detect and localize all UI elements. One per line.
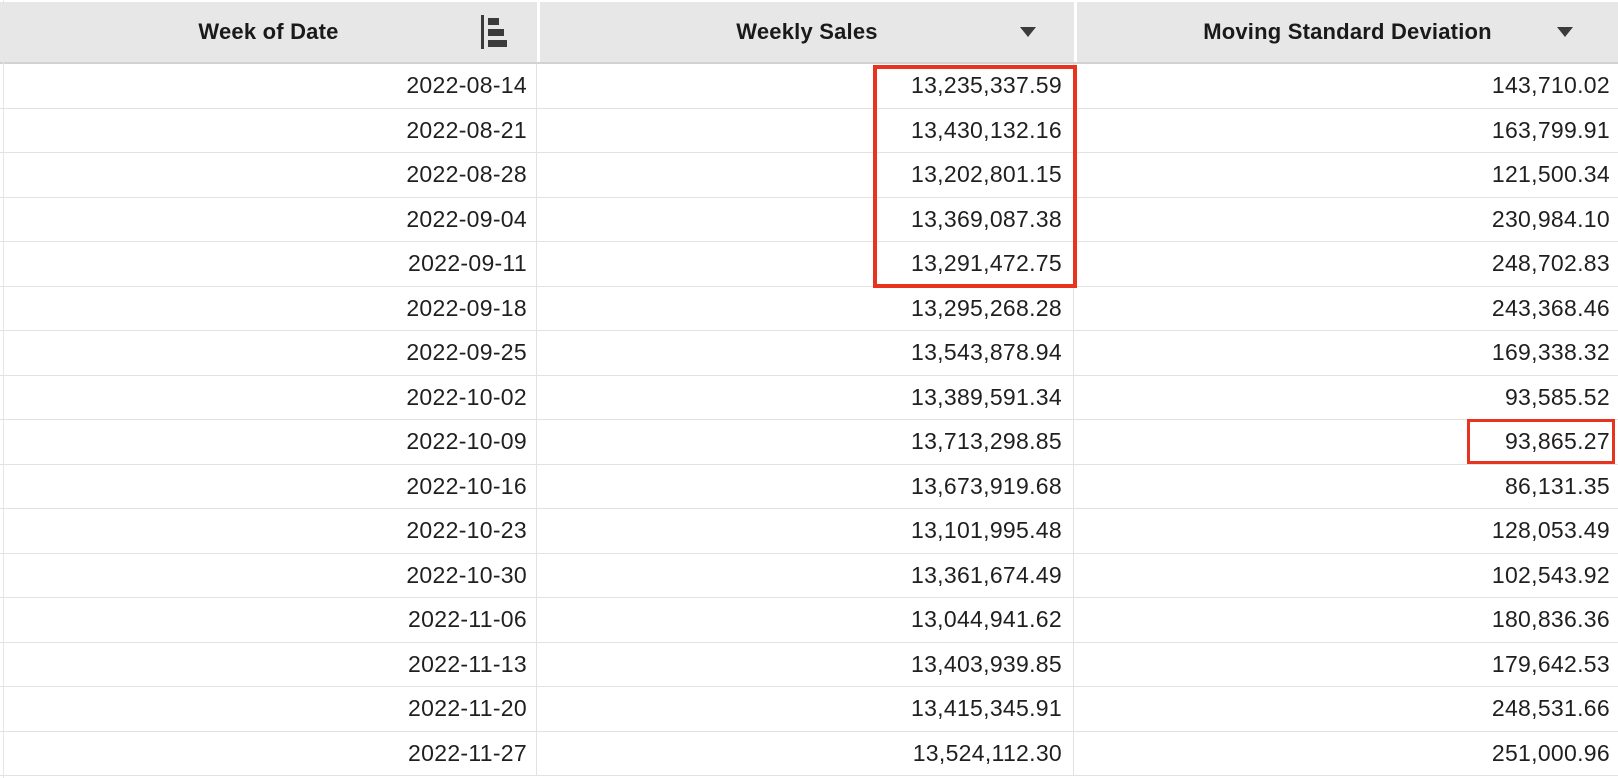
cell-moving-standard-deviation[interactable]: 251,000.96 (1074, 732, 1618, 776)
cell-moving-standard-deviation[interactable]: 93,585.52 (1074, 376, 1618, 420)
sort-ascending-icon[interactable] (480, 15, 508, 49)
cell-weekly-sales[interactable]: 13,430,132.16 (537, 108, 1074, 152)
cell-weekly-sales[interactable]: 13,235,337.59 (537, 64, 1074, 108)
table-header: Week of Date Weekly Sales Moving Standar… (0, 2, 1618, 64)
cell-moving-standard-deviation[interactable]: 230,984.10 (1074, 198, 1618, 242)
cell-moving-standard-deviation[interactable]: 248,702.83 (1074, 242, 1618, 286)
cell-weekly-sales[interactable]: 13,044,941.62 (537, 598, 1074, 642)
cell-moving-standard-deviation[interactable]: 179,642.53 (1074, 643, 1618, 687)
cell-moving-standard-deviation[interactable]: 93,865.27 (1074, 420, 1618, 464)
cell-week-of-date[interactable]: 2022-10-09 (0, 420, 537, 464)
cell-weekly-sales[interactable]: 13,415,345.91 (537, 687, 1074, 731)
dropdown-arrow-icon[interactable] (1020, 27, 1036, 37)
table-row[interactable]: 2022-10-23 13,101,995.48 128,053.49 (0, 509, 1618, 554)
cell-weekly-sales[interactable]: 13,101,995.48 (537, 509, 1074, 553)
cell-weekly-sales[interactable]: 13,202,801.15 (537, 153, 1074, 197)
cell-week-of-date[interactable]: 2022-11-20 (0, 687, 537, 731)
cell-moving-standard-deviation[interactable]: 121,500.34 (1074, 153, 1618, 197)
cell-moving-standard-deviation[interactable]: 102,543.92 (1074, 554, 1618, 598)
column-header-label: Weekly Sales (736, 19, 878, 44)
dropdown-arrow-icon[interactable] (1557, 27, 1573, 37)
cell-moving-standard-deviation[interactable]: 128,053.49 (1074, 509, 1618, 553)
cell-moving-standard-deviation[interactable]: 163,799.91 (1074, 109, 1618, 153)
cell-moving-standard-deviation[interactable]: 169,338.32 (1074, 331, 1618, 375)
cell-weekly-sales[interactable]: 13,389,591.34 (537, 375, 1074, 419)
table-row[interactable]: 2022-11-06 13,044,941.62 180,836.36 (0, 598, 1618, 643)
cell-moving-standard-deviation[interactable]: 180,836.36 (1074, 598, 1618, 642)
table-row[interactable]: 2022-10-30 13,361,674.49 102,543.92 (0, 553, 1618, 598)
cell-weekly-sales[interactable]: 13,291,472.75 (537, 242, 1074, 286)
table-row[interactable]: 2022-09-18 13,295,268.28 243,368.46 (0, 286, 1618, 331)
column-header-week-of-date[interactable]: Week of Date (0, 2, 537, 62)
cell-weekly-sales[interactable]: 13,403,939.85 (537, 642, 1074, 686)
cell-week-of-date[interactable]: 2022-10-30 (0, 553, 537, 597)
cell-week-of-date[interactable]: 2022-11-27 (0, 731, 537, 775)
cell-weekly-sales[interactable]: 13,361,674.49 (537, 553, 1074, 597)
table-row[interactable]: 2022-10-16 13,673,919.68 86,131.35 (0, 464, 1618, 509)
cell-week-of-date[interactable]: 2022-11-06 (0, 598, 537, 642)
cell-week-of-date[interactable]: 2022-11-13 (0, 642, 537, 686)
cell-week-of-date[interactable]: 2022-10-02 (0, 375, 537, 419)
table-row[interactable]: 2022-11-20 13,415,345.91 248,531.66 (0, 687, 1618, 732)
table-row[interactable]: 2022-09-11 13,291,472.75 248,702.83 (0, 242, 1618, 287)
table-left-border (3, 0, 4, 778)
cell-weekly-sales[interactable]: 13,673,919.68 (537, 464, 1074, 508)
cell-weekly-sales[interactable]: 13,543,878.94 (537, 331, 1074, 375)
column-header-weekly-sales[interactable]: Weekly Sales (537, 2, 1074, 62)
cell-moving-standard-deviation[interactable]: 143,710.02 (1074, 64, 1618, 108)
table-row[interactable]: 2022-09-25 13,543,878.94 169,338.32 (0, 331, 1618, 376)
table-row[interactable]: 2022-11-27 13,524,112.30 251,000.96 (0, 731, 1618, 776)
cell-week-of-date[interactable]: 2022-09-18 (0, 286, 537, 330)
cell-week-of-date[interactable]: 2022-09-11 (0, 242, 537, 286)
cell-weekly-sales[interactable]: 13,713,298.85 (537, 420, 1074, 464)
cell-week-of-date[interactable]: 2022-10-23 (0, 509, 537, 553)
table-row[interactable]: 2022-11-13 13,403,939.85 179,642.53 (0, 642, 1618, 687)
cell-weekly-sales[interactable]: 13,524,112.30 (537, 731, 1074, 775)
table-body: 2022-08-14 13,235,337.59 143,710.02 2022… (0, 64, 1618, 776)
cell-week-of-date[interactable]: 2022-08-21 (0, 108, 537, 152)
cell-weekly-sales[interactable]: 13,295,268.28 (537, 286, 1074, 330)
table-row[interactable]: 2022-10-02 13,389,591.34 93,585.52 (0, 375, 1618, 420)
table-row[interactable]: 2022-09-04 13,369,087.38 230,984.10 (0, 197, 1618, 242)
cell-week-of-date[interactable]: 2022-10-16 (0, 464, 537, 508)
cell-weekly-sales[interactable]: 13,369,087.38 (537, 197, 1074, 241)
table-row[interactable]: 2022-10-09 13,713,298.85 93,865.27 (0, 420, 1618, 465)
moving-std-dev-table: Week of Date Weekly Sales Moving Standar… (0, 0, 1618, 778)
cell-moving-standard-deviation[interactable]: 243,368.46 (1074, 287, 1618, 331)
column-header-moving-standard-deviation[interactable]: Moving Standard Deviation (1074, 2, 1618, 62)
cell-moving-standard-deviation[interactable]: 248,531.66 (1074, 687, 1618, 731)
cell-moving-standard-deviation[interactable]: 86,131.35 (1074, 465, 1618, 509)
table-row[interactable]: 2022-08-21 13,430,132.16 163,799.91 (0, 108, 1618, 153)
cell-week-of-date[interactable]: 2022-09-04 (0, 197, 537, 241)
cell-week-of-date[interactable]: 2022-08-14 (0, 64, 537, 108)
cell-week-of-date[interactable]: 2022-08-28 (0, 153, 537, 197)
cell-week-of-date[interactable]: 2022-09-25 (0, 331, 537, 375)
column-header-label: Moving Standard Deviation (1203, 19, 1492, 44)
column-header-label: Week of Date (198, 19, 339, 44)
table-row[interactable]: 2022-08-28 13,202,801.15 121,500.34 (0, 153, 1618, 198)
table-row[interactable]: 2022-08-14 13,235,337.59 143,710.02 (0, 64, 1618, 109)
